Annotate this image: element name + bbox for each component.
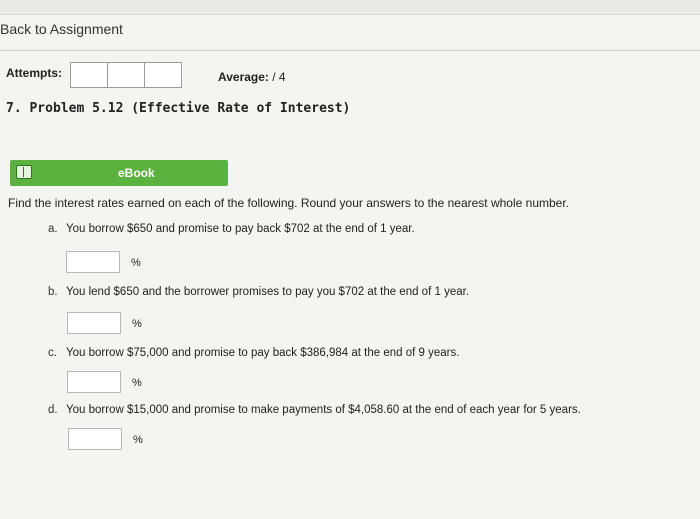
question-d: d. You borrow $15,000 and promise to make… bbox=[48, 404, 581, 416]
answer-input-a[interactable] bbox=[66, 251, 120, 273]
question-letter: d. bbox=[48, 404, 58, 416]
question-text: You lend $650 and the borrower promises … bbox=[66, 286, 469, 298]
question-letter: a. bbox=[48, 223, 58, 235]
ebook-label: eBook bbox=[118, 166, 155, 180]
problem-title: 7. Problem 5.12 (Effective Rate of Inter… bbox=[6, 101, 351, 116]
answer-input-b[interactable] bbox=[67, 312, 121, 334]
ebook-button[interactable]: eBook bbox=[10, 160, 228, 186]
average-score: Average: / 4 bbox=[218, 70, 286, 84]
question-letter: c. bbox=[48, 347, 57, 359]
book-icon bbox=[16, 165, 32, 179]
percent-unit: % bbox=[132, 318, 142, 330]
percent-unit: % bbox=[131, 257, 141, 269]
attempts-label: Attempts: bbox=[6, 66, 62, 80]
average-label: Average: bbox=[218, 70, 269, 84]
percent-unit: % bbox=[133, 434, 143, 446]
attempts-indicator bbox=[70, 62, 182, 88]
back-to-assignment-link[interactable]: Back to Assignment bbox=[0, 21, 123, 37]
attempt-cell bbox=[71, 63, 108, 87]
question-a: a. You borrow $650 and promise to pay bac… bbox=[48, 223, 415, 235]
answer-input-c[interactable] bbox=[67, 371, 121, 393]
average-value: / 4 bbox=[272, 70, 286, 84]
question-b: b. You lend $650 and the borrower promise… bbox=[48, 286, 469, 298]
question-text: You borrow $15,000 and promise to make p… bbox=[66, 404, 581, 416]
divider bbox=[0, 50, 700, 51]
question-text: You borrow $650 and promise to pay back … bbox=[66, 223, 415, 235]
instructions-text: Find the interest rates earned on each o… bbox=[8, 196, 569, 210]
question-letter: b. bbox=[48, 286, 58, 298]
attempt-cell bbox=[145, 63, 181, 87]
attempt-cell bbox=[108, 63, 145, 87]
top-bar bbox=[0, 0, 700, 15]
question-text: You borrow $75,000 and promise to pay ba… bbox=[66, 347, 460, 359]
question-c: c. You borrow $75,000 and promise to pay … bbox=[48, 347, 459, 359]
percent-unit: % bbox=[132, 377, 142, 389]
answer-input-d[interactable] bbox=[68, 428, 122, 450]
